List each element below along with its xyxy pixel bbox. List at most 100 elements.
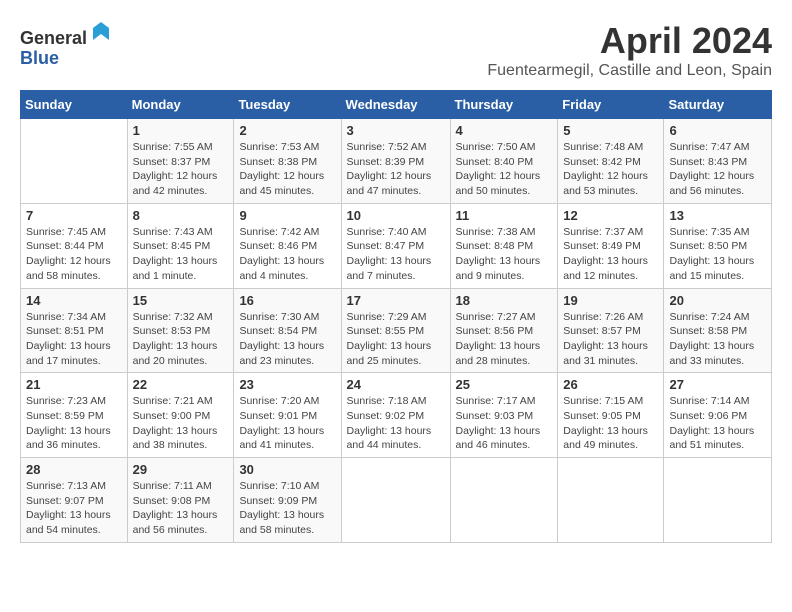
title-section: April 2024 Fuentearmegil, Castille and L… [487,20,772,80]
calendar-cell [558,458,664,543]
day-info: Sunrise: 7:24 AMSunset: 8:58 PMDaylight:… [669,310,766,369]
day-number: 9 [239,208,335,223]
day-number: 7 [26,208,122,223]
column-header-thursday: Thursday [450,91,558,119]
day-info: Sunrise: 7:23 AMSunset: 8:59 PMDaylight:… [26,394,122,453]
day-number: 13 [669,208,766,223]
calendar-cell: 23 Sunrise: 7:20 AMSunset: 9:01 PMDayligh… [234,373,341,458]
calendar-cell: 10 Sunrise: 7:40 AMSunset: 8:47 PMDayligh… [341,203,450,288]
calendar-cell: 20 Sunrise: 7:24 AMSunset: 8:58 PMDayligh… [664,288,772,373]
calendar-cell: 17 Sunrise: 7:29 AMSunset: 8:55 PMDayligh… [341,288,450,373]
calendar-cell: 15Sunrise: 7:32 AMSunset: 8:53 PMDayligh… [127,288,234,373]
day-info: Sunrise: 7:50 AMSunset: 8:40 PMDaylight:… [456,140,553,199]
day-info: Sunrise: 7:38 AMSunset: 8:48 PMDaylight:… [456,225,553,284]
day-info: Sunrise: 7:45 AMSunset: 8:44 PMDaylight:… [26,225,122,284]
day-info: Sunrise: 7:55 AMSunset: 8:37 PMDaylight:… [133,140,229,199]
day-number: 6 [669,123,766,138]
calendar-cell [450,458,558,543]
logo-blue: Blue [20,48,59,68]
calendar-cell: 29Sunrise: 7:11 AMSunset: 9:08 PMDayligh… [127,458,234,543]
day-number: 25 [456,377,553,392]
subtitle: Fuentearmegil, Castille and Leon, Spain [487,62,772,80]
logo-icon [89,20,113,44]
calendar-cell: 16 Sunrise: 7:30 AMSunset: 8:54 PMDayligh… [234,288,341,373]
calendar-week-row: 7 Sunrise: 7:45 AMSunset: 8:44 PMDaylight… [21,203,772,288]
day-info: Sunrise: 7:18 AMSunset: 9:02 PMDaylight:… [347,394,445,453]
calendar-cell: 21 Sunrise: 7:23 AMSunset: 8:59 PMDayligh… [21,373,128,458]
day-info: Sunrise: 7:32 AMSunset: 8:53 PMDaylight:… [133,310,229,369]
day-number: 3 [347,123,445,138]
day-info: Sunrise: 7:30 AMSunset: 8:54 PMDaylight:… [239,310,335,369]
calendar-cell [21,119,128,204]
calendar-cell [341,458,450,543]
day-number: 21 [26,377,122,392]
calendar-table: SundayMondayTuesdayWednesdayThursdayFrid… [20,90,772,543]
calendar-cell: 13 Sunrise: 7:35 AMSunset: 8:50 PMDayligh… [664,203,772,288]
day-number: 22 [133,377,229,392]
day-info: Sunrise: 7:47 AMSunset: 8:43 PMDaylight:… [669,140,766,199]
calendar-cell: 19Sunrise: 7:26 AMSunset: 8:57 PMDayligh… [558,288,664,373]
calendar-cell: 18Sunrise: 7:27 AMSunset: 8:56 PMDayligh… [450,288,558,373]
calendar-week-row: 14 Sunrise: 7:34 AMSunset: 8:51 PMDayligh… [21,288,772,373]
day-info: Sunrise: 7:37 AMSunset: 8:49 PMDaylight:… [563,225,658,284]
column-header-wednesday: Wednesday [341,91,450,119]
day-number: 4 [456,123,553,138]
calendar-cell: 24Sunrise: 7:18 AMSunset: 9:02 PMDayligh… [341,373,450,458]
day-number: 27 [669,377,766,392]
column-header-saturday: Saturday [664,91,772,119]
calendar-cell: 5 Sunrise: 7:48 AMSunset: 8:42 PMDaylight… [558,119,664,204]
calendar-cell: 11 Sunrise: 7:38 AMSunset: 8:48 PMDayligh… [450,203,558,288]
day-number: 10 [347,208,445,223]
day-info: Sunrise: 7:48 AMSunset: 8:42 PMDaylight:… [563,140,658,199]
column-header-sunday: Sunday [21,91,128,119]
calendar-cell: 6 Sunrise: 7:47 AMSunset: 8:43 PMDaylight… [664,119,772,204]
calendar-cell: 9Sunrise: 7:42 AMSunset: 8:46 PMDaylight… [234,203,341,288]
day-number: 5 [563,123,658,138]
page-header: General Blue April 2024 Fuentearmegil, C… [20,20,772,80]
calendar-cell: 25 Sunrise: 7:17 AMSunset: 9:03 PMDayligh… [450,373,558,458]
day-info: Sunrise: 7:10 AMSunset: 9:09 PMDaylight:… [239,479,335,538]
day-info: Sunrise: 7:17 AMSunset: 9:03 PMDaylight:… [456,394,553,453]
calendar-cell: 1 Sunrise: 7:55 AMSunset: 8:37 PMDaylight… [127,119,234,204]
day-number: 28 [26,462,122,477]
logo: General Blue [20,20,113,69]
day-info: Sunrise: 7:34 AMSunset: 8:51 PMDaylight:… [26,310,122,369]
day-info: Sunrise: 7:13 AMSunset: 9:07 PMDaylight:… [26,479,122,538]
day-number: 8 [133,208,229,223]
day-info: Sunrise: 7:27 AMSunset: 8:56 PMDaylight:… [456,310,553,369]
calendar-cell: 4 Sunrise: 7:50 AMSunset: 8:40 PMDaylight… [450,119,558,204]
day-info: Sunrise: 7:53 AMSunset: 8:38 PMDaylight:… [239,140,335,199]
column-header-tuesday: Tuesday [234,91,341,119]
day-number: 29 [133,462,229,477]
calendar-cell: 2Sunrise: 7:53 AMSunset: 8:38 PMDaylight… [234,119,341,204]
day-number: 26 [563,377,658,392]
day-number: 11 [456,208,553,223]
column-header-friday: Friday [558,91,664,119]
day-number: 14 [26,293,122,308]
day-number: 16 [239,293,335,308]
column-header-monday: Monday [127,91,234,119]
day-info: Sunrise: 7:26 AMSunset: 8:57 PMDaylight:… [563,310,658,369]
main-title: April 2024 [487,20,772,62]
day-info: Sunrise: 7:35 AMSunset: 8:50 PMDaylight:… [669,225,766,284]
day-info: Sunrise: 7:52 AMSunset: 8:39 PMDaylight:… [347,140,445,199]
calendar-cell: 12 Sunrise: 7:37 AMSunset: 8:49 PMDayligh… [558,203,664,288]
day-number: 30 [239,462,335,477]
day-number: 12 [563,208,658,223]
calendar-cell: 28 Sunrise: 7:13 AMSunset: 9:07 PMDayligh… [21,458,128,543]
day-info: Sunrise: 7:43 AMSunset: 8:45 PMDaylight:… [133,225,229,284]
calendar-cell: 30 Sunrise: 7:10 AMSunset: 9:09 PMDayligh… [234,458,341,543]
calendar-cell [664,458,772,543]
day-number: 20 [669,293,766,308]
day-number: 23 [239,377,335,392]
day-info: Sunrise: 7:20 AMSunset: 9:01 PMDaylight:… [239,394,335,453]
day-number: 17 [347,293,445,308]
logo-general: General [20,28,87,48]
day-number: 1 [133,123,229,138]
calendar-cell: 8 Sunrise: 7:43 AMSunset: 8:45 PMDaylight… [127,203,234,288]
day-info: Sunrise: 7:14 AMSunset: 9:06 PMDaylight:… [669,394,766,453]
day-info: Sunrise: 7:29 AMSunset: 8:55 PMDaylight:… [347,310,445,369]
calendar-header-row: SundayMondayTuesdayWednesdayThursdayFrid… [21,91,772,119]
calendar-cell: 26Sunrise: 7:15 AMSunset: 9:05 PMDayligh… [558,373,664,458]
day-info: Sunrise: 7:40 AMSunset: 8:47 PMDaylight:… [347,225,445,284]
